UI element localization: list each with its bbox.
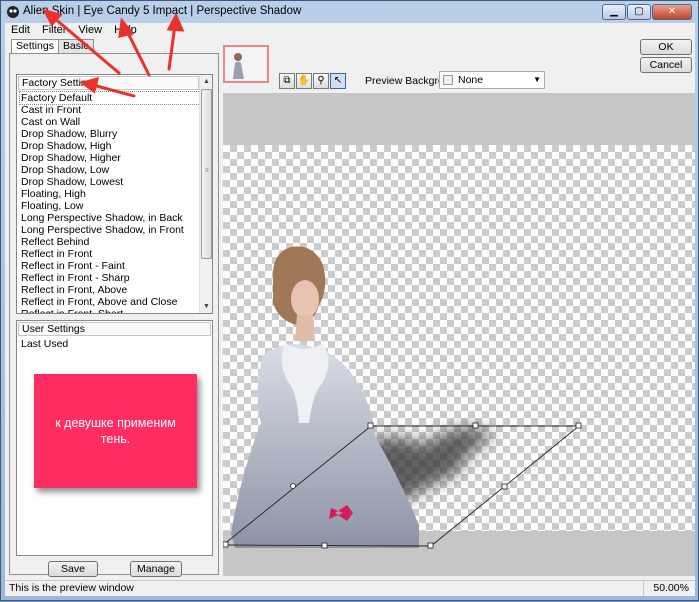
list-item[interactable]: Reflect in Front [20,248,200,260]
list-item[interactable]: Floating, High [20,188,200,200]
list-item[interactable]: Reflect in Front, Above and Close [20,296,200,308]
save-button[interactable]: Save [48,561,98,577]
list-item[interactable]: Long Perspective Shadow, in Front [20,224,200,236]
tab-basic[interactable]: Basic [57,39,94,53]
menu-edit[interactable]: Edit [5,23,36,37]
list-item[interactable]: Drop Shadow, Higher [20,152,200,164]
title-bar: Alien Skin | Eye Candy 5 Impact | Perspe… [1,1,698,23]
list-item[interactable]: Drop Shadow, High [20,140,200,152]
list-item-last-used[interactable]: Last Used [21,338,68,350]
preview-toolbar: ⧉ ✋ ⚲ ↖ [279,73,347,89]
toggle-preview-icon[interactable]: ⧉ [279,73,295,89]
menu-filter[interactable]: Filter [36,23,72,37]
window-controls: ▁ ▢ ✕ [601,4,692,20]
chevron-down-icon: ▼ [533,75,541,84]
list-item[interactable]: Long Perspective Shadow, in Back [20,212,200,224]
preview-background-select[interactable]: None ▼ [439,71,545,89]
list-item[interactable]: Reflect in Front - Faint [20,260,200,272]
factory-settings-scrollbar[interactable]: ▲ ≡ ▼ [199,75,212,313]
scroll-up-arrow-icon[interactable]: ▲ [200,75,212,88]
zoom-tool-icon[interactable]: ⚲ [313,73,329,89]
thumbnail-image-icon [225,47,267,81]
settings-tabs: Settings Basic [11,39,94,54]
ok-button[interactable]: OK [640,39,692,55]
list-item[interactable]: Reflect in Front, Above [20,284,200,296]
arrow-tool-icon[interactable]: ↖ [330,73,346,89]
user-settings-header: User Settings [18,322,211,336]
preview-image [223,246,582,549]
preview-background-value: None [458,74,484,86]
list-item[interactable]: Drop Shadow, Lowest [20,176,200,188]
menu-view[interactable]: View [72,23,108,37]
list-item[interactable]: Reflect Behind [20,236,200,248]
settings-tab-body: Factory Settings Factory Default Cast in … [9,53,219,577]
woman-face [291,280,319,318]
list-item[interactable]: Cast in Front [20,104,200,116]
navigator-thumbnail[interactable] [223,45,269,83]
factory-settings-rows: Factory Default Cast in Front Cast on Wall… [19,91,201,313]
list-item[interactable]: Floating, Low [20,200,200,212]
app-window: Alien Skin | Eye Candy 5 Impact | Perspe… [0,0,699,601]
list-item[interactable]: Cast on Wall [20,116,200,128]
list-item[interactable]: Reflect in Front, Short [20,308,200,313]
minimize-button[interactable]: ▁ [602,4,626,20]
factory-settings-list[interactable]: Factory Settings Factory Default Cast in … [16,74,213,314]
close-button[interactable]: ✕ [652,4,692,20]
status-text: This is the preview window [9,582,134,594]
factory-settings-header: Factory Settings [18,76,199,90]
preview-canvas[interactable] [223,93,695,576]
woman-neck [295,315,315,341]
preview-area: ⧉ ✋ ⚲ ↖ Preview Background: None ▼ [223,39,695,576]
list-item[interactable]: Drop Shadow, Low [20,164,200,176]
hand-tool-icon[interactable]: ✋ [296,73,312,89]
manage-button[interactable]: Manage [130,561,182,577]
menu-help[interactable]: Help [108,23,143,37]
background-swatch-icon [443,75,453,85]
maximize-button[interactable]: ▢ [627,4,651,20]
zoom-level: 50.00% [643,581,689,596]
status-bar: This is the preview window 50.00% [5,580,695,596]
list-item[interactable]: Reflect in Front - Sharp [20,272,200,284]
annotation-note: к девушке применим тень. [34,374,197,488]
list-item[interactable]: Drop Shadow, Blurry [20,128,200,140]
grip-icon: ≡ [205,168,209,174]
settings-panel: Settings Basic Factory Settings Factory … [7,39,221,577]
menu-bar: Edit Filter View Help [5,23,695,37]
user-settings-list[interactable]: User Settings Last Used к девушке примен… [16,320,213,556]
window-title: Alien Skin | Eye Candy 5 Impact | Perspe… [23,5,302,17]
dialog-client-area: Edit Filter View Help Settings Basic Fac… [5,23,695,596]
list-item[interactable]: Factory Default [19,91,201,105]
tab-settings[interactable]: Settings [11,39,59,54]
scroll-down-arrow-icon[interactable]: ▼ [200,300,212,313]
scroll-thumb[interactable]: ≡ [201,89,212,259]
alien-skin-logo-icon [7,6,19,18]
cancel-button[interactable]: Cancel [640,57,692,73]
